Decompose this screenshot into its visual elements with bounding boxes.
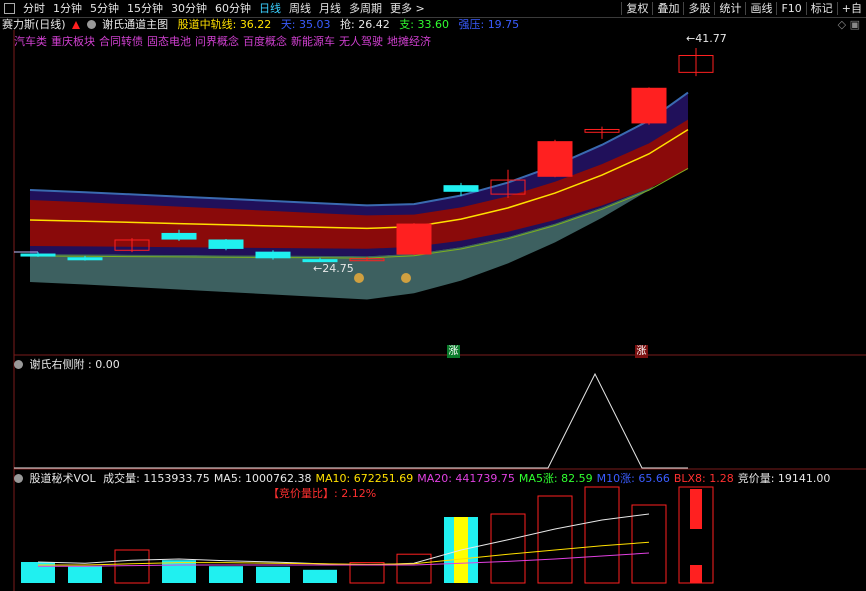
sub-panel-1-value: 0.00: [95, 358, 120, 371]
volume-bar-10: [490, 513, 526, 584]
high-price-value: 41.77: [695, 32, 727, 45]
sub-panel-2-header: 股道秘术VOL 成交量: 1153933.75 MA5: 1000762.38 MA…: [14, 472, 834, 485]
vol-ma10-line: [38, 541, 650, 566]
volume-bar-8: [396, 553, 432, 584]
sub-panel-1-title[interactable]: 谢氏右侧附: [30, 358, 85, 371]
low-price-value: 24.75: [322, 262, 354, 275]
candle-body-0: [20, 253, 56, 257]
auction-ratio: 【竞价量比】: 2.12%: [268, 487, 376, 500]
candle-body-13: [631, 87, 667, 124]
volume-bar-bottom-14: [690, 565, 702, 583]
candle-body-8: [396, 223, 432, 255]
vol-value-7: 竞价量: 19141.00: [737, 472, 831, 485]
low-price-label: ←24.75: [313, 262, 354, 275]
volume-bar-7: [349, 562, 385, 584]
volume-bar-top-14: [690, 489, 702, 529]
volume-bar-4: [209, 566, 243, 583]
vol-value-6: BLX8: 1.28: [673, 472, 734, 485]
money-bag-icon-1: [401, 273, 411, 283]
vol-value-3: MA20: 441739.75: [417, 472, 515, 485]
vol-value-1: MA5: 1000762.38: [213, 472, 312, 485]
volume-bar-2: [114, 549, 150, 584]
auction-ratio-label: 【竞价量比】:: [268, 487, 338, 500]
volume-bar-6: [303, 569, 337, 583]
signal-tag-2: 涨: [635, 345, 648, 358]
auction-ratio-value: 2.12%: [341, 487, 377, 500]
candle-body-9: [443, 185, 479, 192]
vol-ma5-line: [37, 513, 650, 566]
candle-body-1: [67, 257, 103, 261]
vol-value-0: 成交量: 1153933.75: [103, 472, 210, 485]
right-side-signal-line: [14, 372, 688, 469]
volume-bar-13: [631, 504, 667, 584]
chart-canvas: [13, 30, 866, 591]
signal-tag-1: 涨: [447, 345, 460, 358]
high-price-label: ←41.77: [686, 32, 727, 45]
sub-panel-2-title[interactable]: 股道秘术VOL: [30, 472, 96, 485]
sub-panel-1-header: 谢氏右侧附 : 0.00: [14, 358, 120, 371]
volume-bar-5: [256, 566, 290, 583]
candle-body-4: [208, 239, 244, 249]
volume-bar-3: [162, 560, 196, 583]
sub-panel-1-toggle-icon[interactable]: [14, 360, 23, 369]
volume-bar-11: [537, 495, 573, 584]
vol-value-4: MA5涨: 82.59: [518, 472, 593, 485]
volume-bar-1: [68, 566, 102, 583]
sub-panel-2-toggle-icon[interactable]: [14, 474, 23, 483]
vol-value-5: M10涨: 65.66: [596, 472, 670, 485]
vol-value-2: MA10: 672251.69: [315, 472, 414, 485]
channel-band-top: [30, 119, 688, 249]
candle-body-11: [537, 141, 573, 177]
candle-body-5: [255, 251, 291, 259]
money-bag-icon-0: [354, 273, 364, 283]
candle-body-3: [161, 232, 197, 240]
volume-bar-12: [584, 486, 620, 584]
